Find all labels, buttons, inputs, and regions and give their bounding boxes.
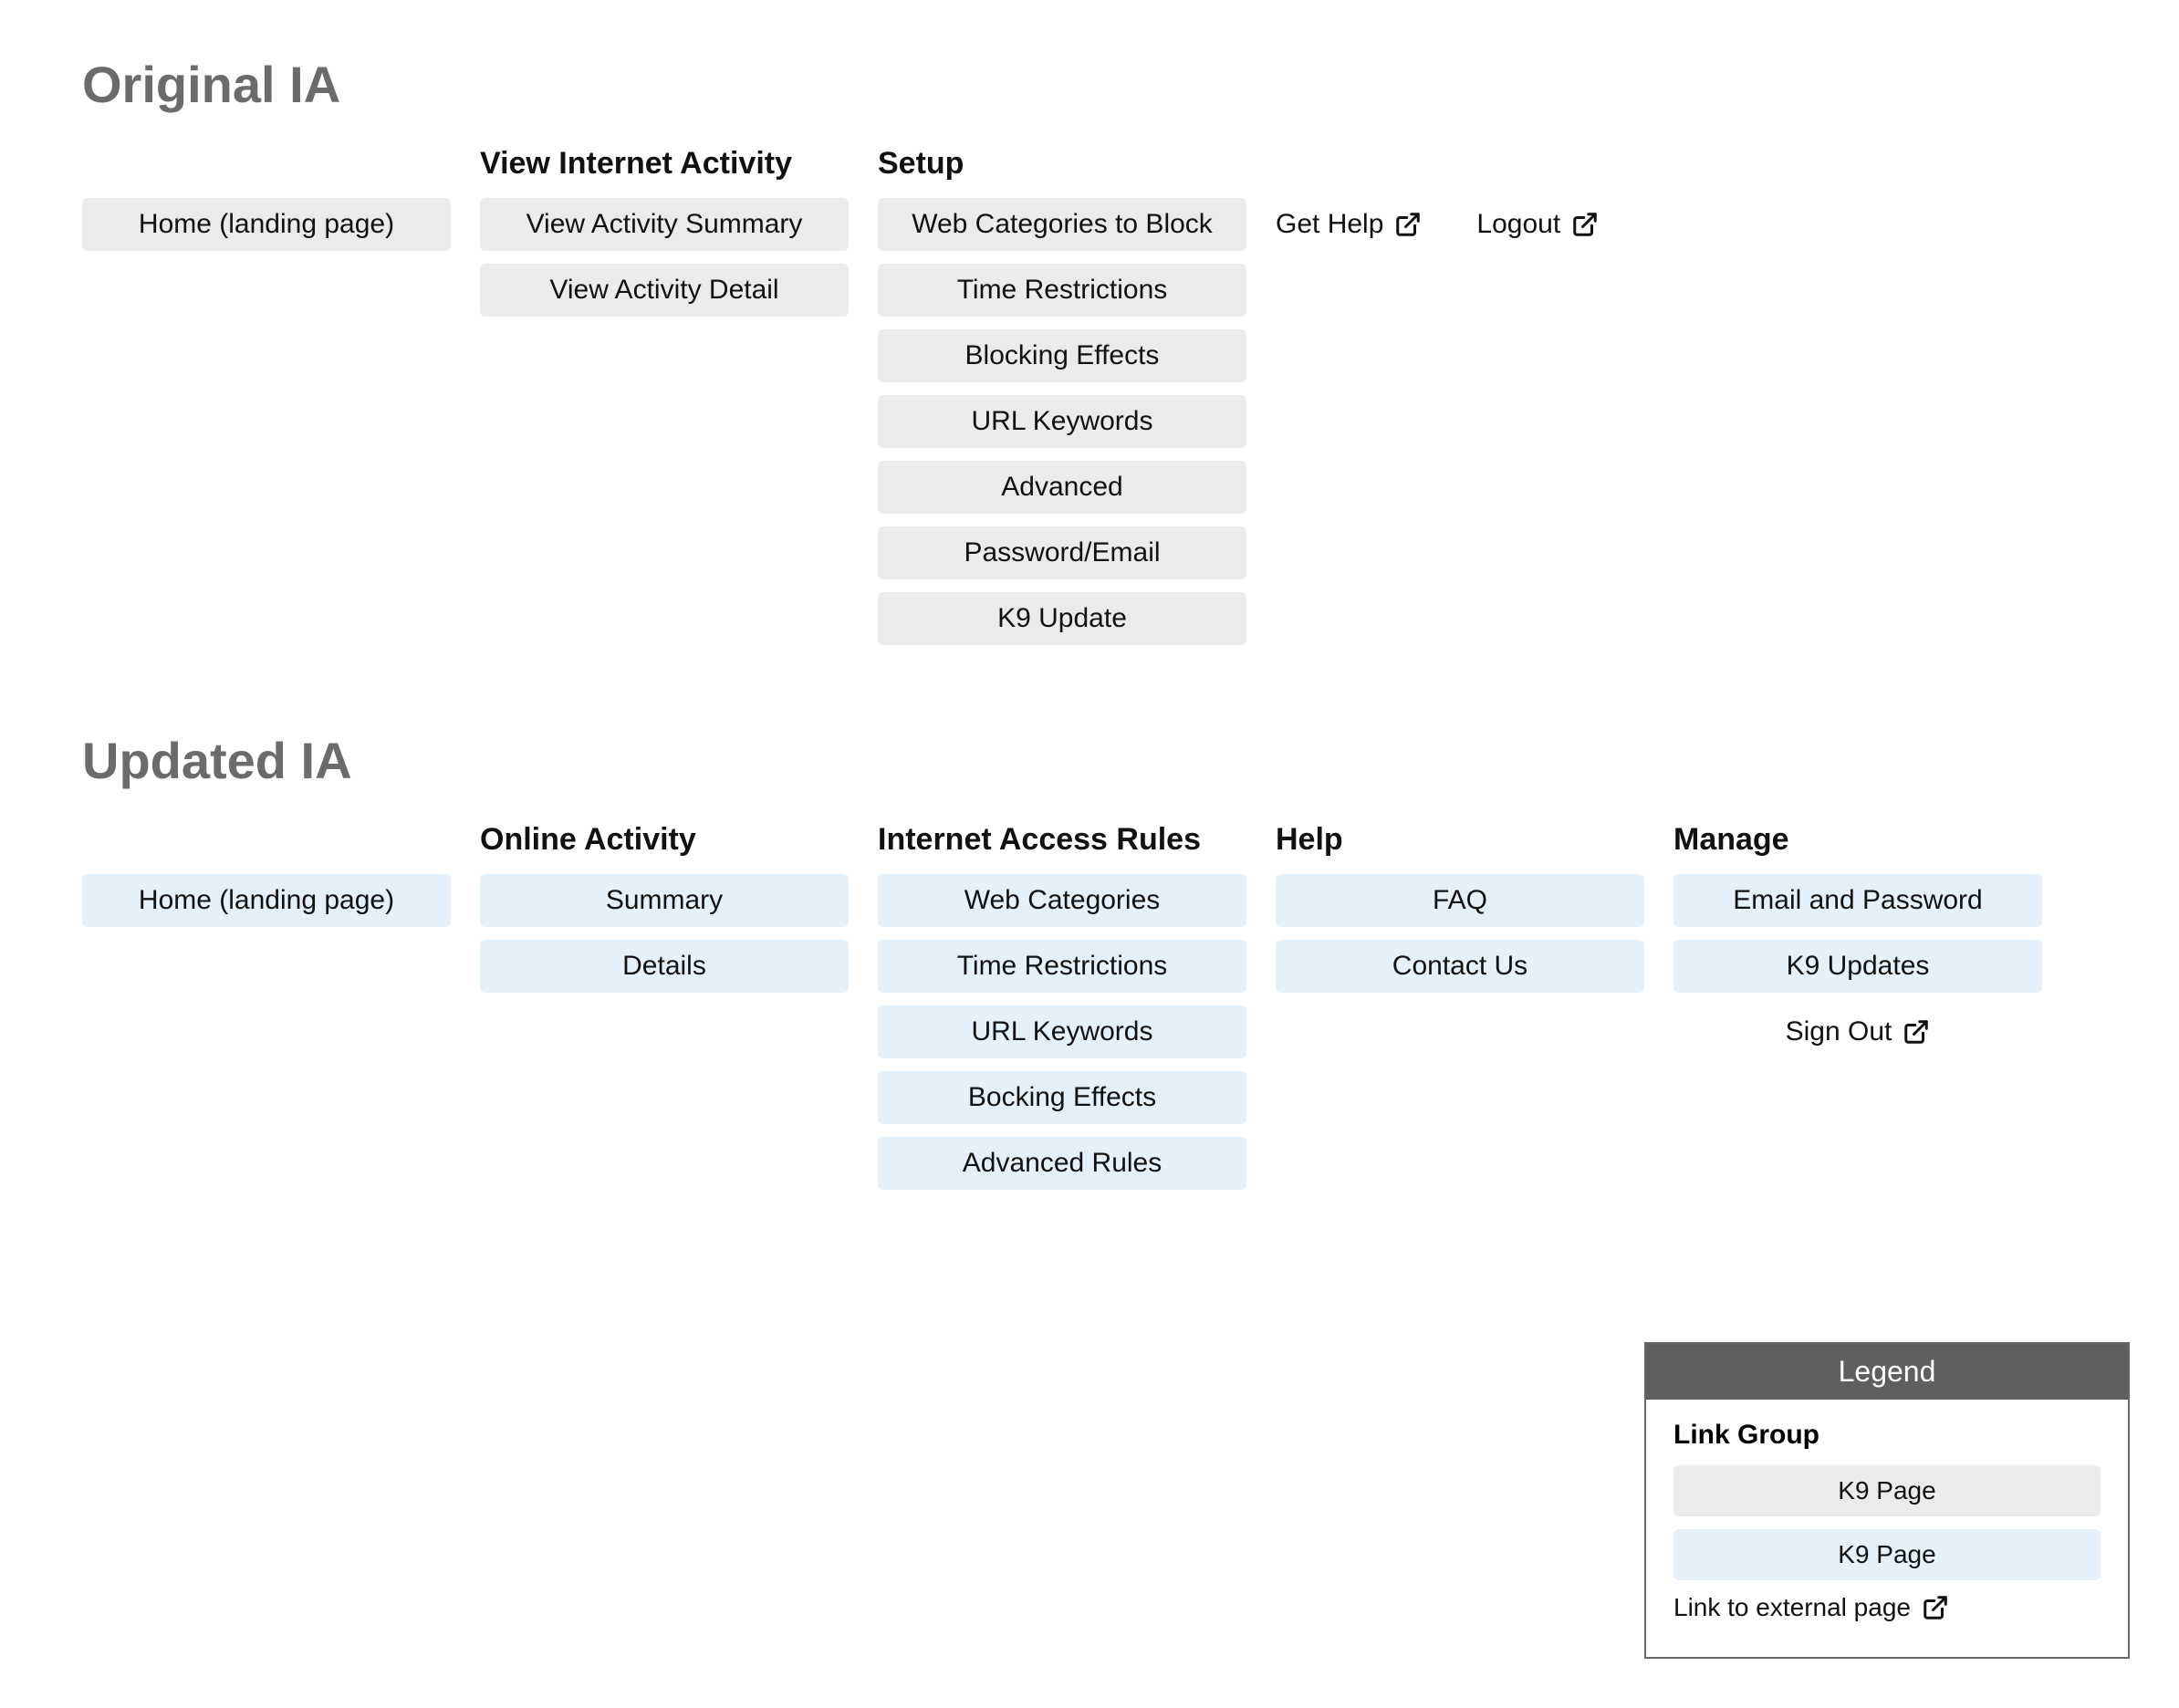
legend-pill-blue: K9 Page [1673, 1529, 2101, 1580]
legend-group-heading: Link Group [1673, 1420, 2101, 1451]
pill-url-keywords-updated[interactable]: URL Keywords [878, 1005, 1246, 1058]
col-heading: Manage [1673, 816, 2042, 858]
original-col-toplinks: . Get Help Logout [1276, 140, 1644, 264]
pill-label: Time Restrictions [957, 951, 1168, 982]
get-help-link[interactable]: Get Help [1276, 198, 1422, 251]
pill-view-activity-detail[interactable]: View Activity Detail [480, 264, 849, 317]
pill-label: Bocking Effects [968, 1082, 1156, 1113]
original-ia-section: Original IA . Home (landing page) View I… [82, 55, 2097, 658]
pill-time-restrictions-original[interactable]: Time Restrictions [878, 264, 1246, 317]
pill-label: Summary [606, 885, 723, 916]
updated-ia-section: Updated IA . Home (landing page) Online … [82, 731, 2097, 1203]
pill-web-categories[interactable]: Web Categories [878, 874, 1246, 927]
updated-title: Updated IA [82, 731, 2097, 790]
pill-label: Blocking Effects [965, 340, 1160, 371]
pill-home-updated[interactable]: Home (landing page) [82, 874, 451, 927]
updated-columns: . Home (landing page) Online Activity Su… [82, 816, 2097, 1203]
top-links-row: Get Help Logout [1276, 198, 1644, 264]
sign-out-link[interactable]: Sign Out [1673, 1005, 2042, 1058]
pill-label: Email and Password [1733, 885, 1982, 916]
external-link-icon [1922, 1594, 1949, 1621]
link-label: Sign Out [1786, 1016, 1892, 1047]
pill-label: Time Restrictions [957, 275, 1168, 306]
col-heading: Setup [878, 140, 1246, 182]
external-link-icon [1903, 1018, 1930, 1046]
pill-password-email[interactable]: Password/Email [878, 526, 1246, 579]
updated-col-online-activity: Online Activity Summary Details [480, 816, 849, 1005]
link-label: Logout [1476, 209, 1560, 240]
pill-label: Home (landing page) [139, 885, 394, 916]
pill-label: K9 Update [997, 603, 1127, 634]
pill-k9-update[interactable]: K9 Update [878, 592, 1246, 645]
external-link-icon [1571, 211, 1599, 238]
legend-title: Legend [1646, 1344, 2128, 1400]
pill-label: Web Categories to Block [912, 209, 1213, 240]
updated-col-rules: Internet Access Rules Web Categories Tim… [878, 816, 1246, 1203]
link-label: Link to external page [1673, 1593, 1911, 1622]
original-col-setup: Setup Web Categories to Block Time Restr… [878, 140, 1246, 658]
pill-label: Web Categories [964, 885, 1161, 916]
legend-ext-link: Link to external page [1673, 1593, 2101, 1622]
legend-box: Legend Link Group K9 Page K9 Page Link t… [1644, 1342, 2130, 1659]
pill-home-original[interactable]: Home (landing page) [82, 198, 451, 251]
pill-label: Password/Email [964, 537, 1160, 568]
legend-body: Link Group K9 Page K9 Page Link to exter… [1646, 1400, 2128, 1657]
logout-link[interactable]: Logout [1476, 198, 1599, 251]
pill-advanced-original[interactable]: Advanced [878, 461, 1246, 514]
col-heading: Internet Access Rules [878, 816, 1246, 858]
pill-label: FAQ [1433, 885, 1487, 916]
pill-k9-updates[interactable]: K9 Updates [1673, 940, 2042, 993]
pill-label: View Activity Detail [549, 275, 778, 306]
col-heading: Help [1276, 816, 1644, 858]
pill-email-and-password[interactable]: Email and Password [1673, 874, 2042, 927]
pill-blocking-effects-original[interactable]: Blocking Effects [878, 329, 1246, 382]
pill-web-categories-to-block[interactable]: Web Categories to Block [878, 198, 1246, 251]
pill-label: K9 Page [1838, 1476, 1935, 1505]
pill-summary[interactable]: Summary [480, 874, 849, 927]
original-col-activity: View Internet Activity View Activity Sum… [480, 140, 849, 329]
updated-col-home: . Home (landing page) [82, 816, 451, 940]
pill-advanced-rules[interactable]: Advanced Rules [878, 1137, 1246, 1190]
original-title: Original IA [82, 55, 2097, 114]
pill-view-activity-summary[interactable]: View Activity Summary [480, 198, 849, 251]
pill-label: Advanced Rules [963, 1148, 1162, 1179]
pill-label: K9 Updates [1787, 951, 1930, 982]
pill-details[interactable]: Details [480, 940, 849, 993]
pill-time-restrictions-updated[interactable]: Time Restrictions [878, 940, 1246, 993]
updated-col-help: Help FAQ Contact Us [1276, 816, 1644, 1005]
external-link-icon [1394, 211, 1422, 238]
pill-label: K9 Page [1838, 1540, 1935, 1569]
original-columns: . Home (landing page) View Internet Acti… [82, 140, 2097, 658]
updated-col-manage: Manage Email and Password K9 Updates Sig… [1673, 816, 2042, 1071]
pill-url-keywords-original[interactable]: URL Keywords [878, 395, 1246, 448]
canvas: Original IA . Home (landing page) View I… [0, 0, 2179, 1708]
original-col-home: . Home (landing page) [82, 140, 451, 264]
pill-label: Details [622, 951, 706, 982]
col-heading: View Internet Activity [480, 140, 849, 182]
pill-label: URL Keywords [972, 406, 1153, 437]
link-label: Get Help [1276, 209, 1383, 240]
col-heading: Online Activity [480, 816, 849, 858]
pill-label: Contact Us [1392, 951, 1527, 982]
pill-faq[interactable]: FAQ [1276, 874, 1644, 927]
pill-contact-us[interactable]: Contact Us [1276, 940, 1644, 993]
pill-label: Home (landing page) [139, 209, 394, 240]
legend-pill-gray: K9 Page [1673, 1465, 2101, 1516]
pill-label: Advanced [1001, 472, 1122, 503]
pill-label: View Activity Summary [527, 209, 803, 240]
pill-label: URL Keywords [972, 1016, 1153, 1047]
pill-bocking-effects[interactable]: Bocking Effects [878, 1071, 1246, 1124]
